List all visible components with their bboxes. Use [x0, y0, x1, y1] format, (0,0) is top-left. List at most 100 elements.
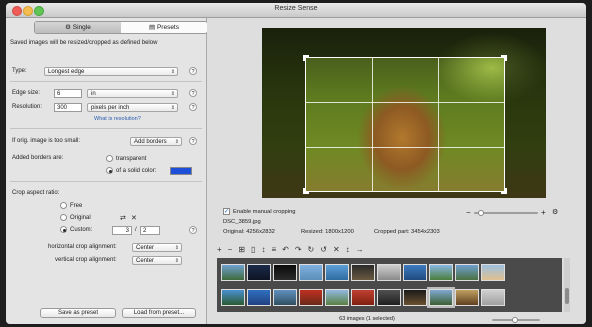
load-preset-button[interactable]: Load from preset... [122, 308, 196, 318]
help-icon[interactable]: ? [189, 137, 197, 145]
image-thumbnail[interactable] [273, 289, 297, 306]
app-window: Resize Sense ⚙ Single ▤ Presets Saved im… [6, 3, 586, 324]
divider [10, 81, 202, 82]
delete-icon[interactable]: ✕ [333, 245, 340, 254]
tab-presets[interactable]: ▤ Presets [121, 22, 207, 33]
crop-handle-bottom-left[interactable] [303, 188, 309, 194]
grid-line [372, 58, 373, 191]
image-thumbnail[interactable] [427, 287, 455, 308]
divider [10, 128, 202, 129]
image-thumbnail[interactable] [247, 264, 271, 281]
crop-canvas[interactable] [262, 28, 546, 198]
flip-icon[interactable]: ↕ [261, 245, 265, 254]
preview-panel: ✓ Enable manual cropping DSC_3859.jpg Or… [207, 18, 586, 324]
crop-handle-top-right[interactable] [501, 55, 507, 61]
aspect-free-label: Free [70, 203, 83, 209]
image-thumbnail[interactable] [221, 289, 245, 306]
help-icon[interactable]: ? [189, 226, 197, 234]
image-thumbnail[interactable] [325, 289, 349, 306]
tab-single[interactable]: ⚙ Single [35, 22, 121, 33]
hcrop-label: horizontal crop alignment: [48, 244, 117, 250]
type-label: Type: [12, 68, 27, 74]
close-icon[interactable]: ✕ [131, 214, 137, 222]
image-thumbnail[interactable] [403, 264, 427, 281]
zoom-slider-knob[interactable] [478, 210, 484, 216]
aspect-custom-radio[interactable] [60, 226, 67, 233]
image-thumbnail[interactable] [377, 264, 401, 281]
image-thumbnail[interactable] [299, 289, 323, 306]
export-icon[interactable]: → [356, 245, 364, 254]
image-thumbnail[interactable] [455, 264, 479, 281]
swap-icon[interactable]: ⇄ [120, 214, 126, 222]
image-thumbnail[interactable] [273, 264, 297, 281]
redo-icon[interactable]: ↷ [295, 245, 302, 254]
image-thumbnail[interactable] [403, 289, 427, 306]
aspect-original-radio[interactable] [60, 214, 67, 221]
image-thumbnail[interactable] [429, 264, 453, 281]
resolution-help-link[interactable]: What is resolution? [94, 116, 141, 122]
image-browser[interactable] [217, 258, 562, 312]
frame-icon[interactable]: ▯ [251, 245, 255, 254]
image-thumbnail[interactable] [351, 264, 375, 281]
crop-mask-right [505, 57, 546, 192]
image-thumbnail[interactable] [377, 289, 401, 306]
menu-icon[interactable]: ≡ [271, 245, 276, 254]
aspect-original-label: Original [70, 215, 91, 221]
zoom-in-icon[interactable]: + [541, 208, 546, 217]
help-icon[interactable]: ? [189, 89, 197, 97]
rotate-left-icon[interactable]: ↺ [320, 245, 327, 254]
chevron-updown-icon: ⇕ [174, 258, 179, 264]
chevron-updown-icon: ⇕ [170, 105, 175, 111]
image-thumbnail[interactable] [455, 289, 479, 306]
solid-color-radio[interactable] [106, 167, 113, 174]
aspect-free-radio[interactable] [60, 202, 67, 209]
image-thumbnail[interactable] [221, 264, 245, 281]
thumb-size-knob[interactable] [512, 317, 518, 323]
save-preset-button[interactable]: Save as preset [40, 308, 116, 318]
undo-icon[interactable]: ↶ [282, 245, 289, 254]
aspect-width-field[interactable]: 3 [112, 226, 132, 235]
rotate-right-icon[interactable]: ↻ [308, 245, 315, 254]
resolution-unit-value: pixels per inch [91, 105, 130, 111]
image-thumbnail[interactable] [299, 264, 323, 281]
add-image-icon[interactable]: + [217, 245, 222, 254]
image-thumbnail[interactable] [481, 264, 505, 281]
settings-panel: ⚙ Single ▤ Presets Saved images will be … [6, 18, 208, 324]
too-small-select[interactable]: Add borders ⇕ [130, 137, 182, 146]
edge-size-field[interactable]: 6 [54, 89, 82, 98]
browser-scrollbar-thumb[interactable] [565, 288, 569, 304]
vcrop-select[interactable]: Center ⇕ [132, 256, 182, 265]
mode-tabs: ⚙ Single ▤ Presets [34, 21, 208, 34]
crop-handle-top-left[interactable] [303, 55, 309, 61]
settings-icon[interactable]: ⚙ [552, 208, 558, 216]
help-icon[interactable]: ? [189, 103, 197, 111]
image-thumbnail[interactable] [247, 289, 271, 306]
edge-unit-value: in [91, 91, 96, 97]
resolution-unit-select[interactable]: pixels per inch ⇕ [87, 103, 178, 112]
manual-crop-checkbox[interactable]: ✓ [223, 208, 230, 215]
type-select[interactable]: Longest edge ⇕ [44, 67, 178, 76]
image-thumbnail[interactable] [351, 289, 375, 306]
aspect-custom-label: Custom: [70, 227, 93, 233]
solid-color-label: of a solid color: [116, 168, 157, 174]
border-color-well[interactable] [170, 167, 192, 175]
aspect-label: Crop aspect ratio: [12, 190, 60, 196]
crop-handle-bottom-right[interactable] [501, 188, 507, 194]
crop-rectangle[interactable] [303, 55, 507, 194]
flip-vertical-icon[interactable]: ↕ [346, 245, 350, 254]
vcrop-label: vertical crop alignment: [55, 257, 117, 263]
help-icon[interactable]: ? [189, 67, 197, 75]
borders-label: Added borders are: [12, 155, 64, 161]
edge-unit-select[interactable]: in ⇕ [87, 89, 178, 98]
transparent-radio[interactable] [106, 155, 113, 162]
grid-icon[interactable]: ⊞ [238, 245, 245, 254]
remove-image-icon[interactable]: − [228, 245, 233, 254]
image-thumbnail[interactable] [481, 289, 505, 306]
list-icon: ▤ [149, 24, 157, 31]
resolution-field[interactable]: 300 [54, 103, 82, 112]
zoom-out-icon[interactable]: − [466, 208, 471, 217]
image-thumbnail[interactable] [325, 264, 349, 281]
aspect-height-field[interactable]: 2 [140, 226, 160, 235]
too-small-value: Add borders [134, 139, 167, 145]
hcrop-select[interactable]: Center ⇕ [132, 243, 182, 252]
